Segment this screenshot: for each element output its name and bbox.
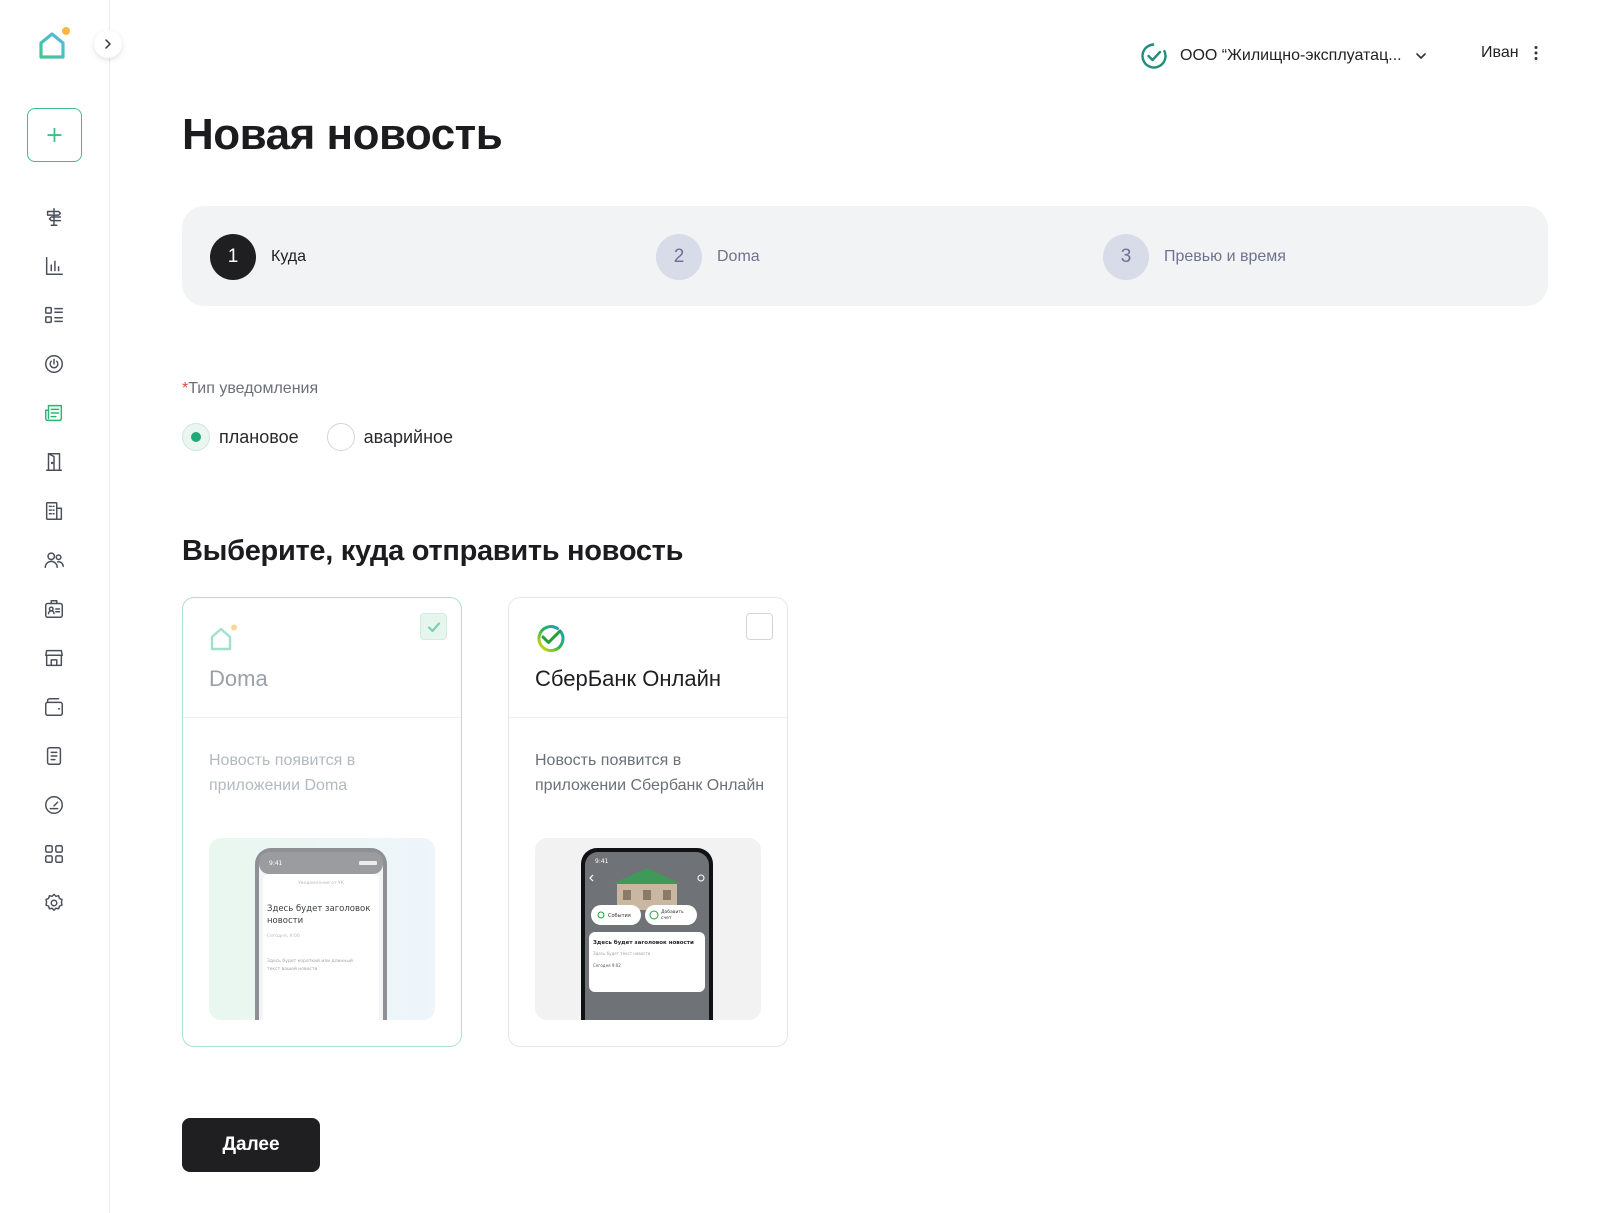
signpost-icon[interactable] — [42, 205, 66, 229]
chip-events: События — [608, 913, 631, 919]
radio-label: аварийное — [363, 426, 454, 447]
sber-check-icon — [1141, 43, 1167, 69]
doma-app-preview: 9:41 Уведомление от УК Здесь будет загол… — [209, 838, 435, 1020]
door-icon[interactable] — [42, 450, 66, 474]
step-number: 2 — [656, 234, 702, 280]
sberbank-app-preview: 9:41 События Добавить счет Здесь будет з… — [535, 838, 761, 1020]
card-description: Новость появится в приложении Сбербанк О… — [535, 752, 765, 794]
phone-time: 9:41 — [595, 858, 609, 865]
card-title: СберБанк Онлайн — [535, 666, 722, 691]
gear-icon[interactable] — [42, 891, 66, 915]
radio-indicator[interactable] — [182, 423, 210, 451]
card-description: Новость появится в приложении Doma — [209, 752, 356, 794]
sberbank-checkbox[interactable] — [746, 613, 773, 640]
step-label: Doma — [717, 248, 760, 265]
step-number: 1 — [210, 234, 256, 280]
gauge-icon[interactable] — [42, 793, 66, 817]
radio-label: плановое — [219, 426, 299, 447]
step-2[interactable]: 2 Doma — [656, 234, 760, 280]
step-label: Куда — [271, 248, 307, 265]
wallet-icon[interactable] — [42, 695, 66, 719]
check-icon — [427, 621, 440, 632]
destination-card-sberbank[interactable]: СберБанк Онлайн Новость появится в прило… — [508, 597, 788, 1047]
user-menu[interactable]: Иван — [1481, 44, 1539, 62]
chart-icon[interactable] — [42, 254, 66, 278]
notification-type-radio-group: плановое аварийное — [182, 423, 481, 451]
users-icon[interactable] — [42, 548, 66, 572]
preview-body: Здесь будет текст новости — [593, 951, 651, 956]
phone-time: 9:41 — [269, 860, 283, 867]
preview-subheading: Уведомление от УК — [298, 880, 345, 886]
doma-logo — [210, 624, 237, 651]
step-label: Превью и время — [1164, 248, 1286, 265]
next-button[interactable]: Далее — [182, 1118, 320, 1172]
destination-card-doma[interactable]: Doma Новость появится в приложении Doma … — [182, 597, 462, 1047]
user-name: Иван — [1481, 44, 1519, 61]
building-icon[interactable] — [42, 499, 66, 523]
notification-type-label: *Тип уведомления — [182, 380, 319, 397]
organization-name: ООО “Жилищно-эксплуатац... — [1180, 47, 1402, 64]
news-icon[interactable] — [42, 401, 66, 425]
sidebar: + — [0, 0, 122, 1213]
page-title: Новая новость — [182, 110, 503, 159]
preview-headline: Здесь будет заголовок новости — [593, 939, 694, 946]
document-icon[interactable] — [42, 744, 66, 768]
stepper: 1 Куда 2 Doma 3 Превью и время — [182, 206, 1548, 306]
section-title: Выберите, куда отправить новость — [182, 535, 684, 567]
phone-mockup: 9:41 Уведомление от УК Здесь будет загол… — [255, 848, 387, 1020]
sidebar-expand-button[interactable] — [94, 30, 122, 58]
card-header: СберБанк Онлайн — [509, 598, 787, 718]
card-header: Doma — [183, 598, 461, 718]
organization-select[interactable]: ООО “Жилищно-эксплуатац... — [1140, 42, 1428, 70]
power-icon[interactable] — [42, 352, 66, 376]
doma-logo[interactable] — [37, 26, 71, 62]
apps-icon[interactable] — [42, 842, 66, 866]
preview-date: Сегодня, 9:00 — [267, 933, 300, 939]
id-card-icon[interactable] — [42, 597, 66, 621]
plus-icon: + — [45, 122, 64, 148]
step-number: 3 — [1103, 234, 1149, 280]
store-icon[interactable] — [42, 646, 66, 670]
step-1[interactable]: 1 Куда — [210, 234, 306, 280]
chevron-down-icon — [1415, 53, 1426, 59]
step-3[interactable]: 3 Превью и время — [1103, 234, 1286, 280]
doma-checkbox[interactable] — [420, 613, 447, 640]
radio-indicator[interactable] — [326, 423, 355, 451]
phone-mockup: 9:41 События Добавить счет Здесь будет з… — [581, 848, 713, 1020]
preview-date: Сегодня 9:02 — [593, 963, 621, 968]
list-icon[interactable] — [42, 303, 66, 327]
radio-planned[interactable]: плановое — [182, 423, 299, 451]
radio-emergency[interactable]: аварийное — [326, 423, 454, 451]
more-vertical-icon[interactable] — [1533, 45, 1539, 61]
create-button[interactable]: + — [27, 108, 82, 162]
sberbank-logo — [537, 625, 565, 653]
card-title: Doma — [209, 666, 268, 691]
chevron-right-icon — [105, 39, 111, 49]
